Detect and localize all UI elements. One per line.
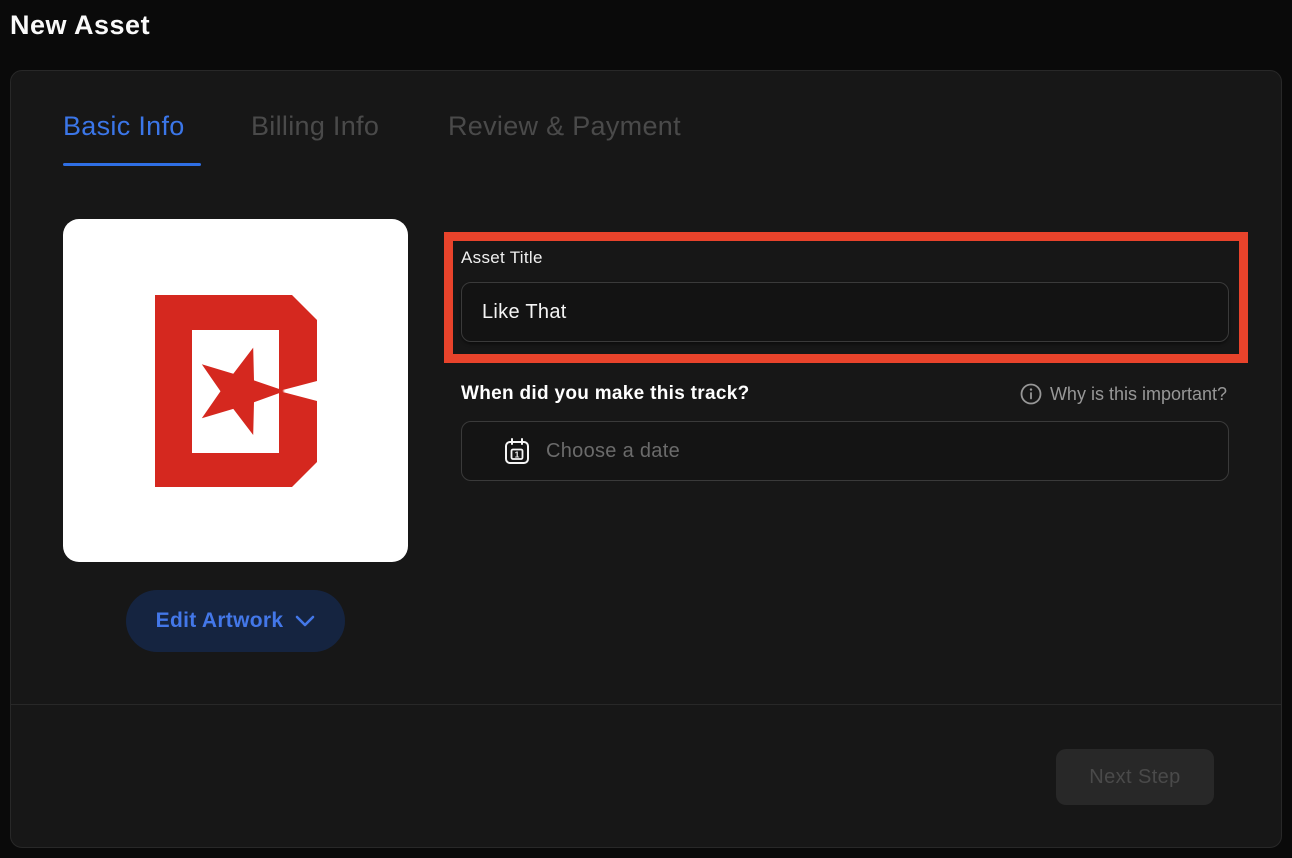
- new-asset-card: Basic Info Billing Info Review & Payment…: [10, 70, 1282, 848]
- calendar-icon: 1: [504, 437, 530, 465]
- edit-artwork-label: Edit Artwork: [156, 609, 284, 633]
- artwork-logo-image: [155, 295, 317, 487]
- svg-text:1: 1: [515, 450, 520, 460]
- date-picker-input[interactable]: 1 Choose a date: [461, 421, 1229, 481]
- tab-basic-info[interactable]: Basic Info: [63, 111, 185, 142]
- asset-title-label: Asset Title: [461, 248, 543, 268]
- date-placeholder: Choose a date: [546, 440, 680, 463]
- page-title: New Asset: [10, 10, 150, 41]
- why-important-text: Why is this important?: [1050, 384, 1227, 405]
- artwork-preview[interactable]: [63, 219, 408, 562]
- track-date-label: When did you make this track?: [461, 383, 749, 405]
- chevron-down-icon: [295, 615, 315, 627]
- new-asset-page: { "page": { "title": "New Asset" }, "tab…: [0, 0, 1292, 858]
- next-step-button[interactable]: Next Step: [1056, 749, 1214, 805]
- asset-title-input[interactable]: [461, 282, 1229, 342]
- why-important-link[interactable]: Why is this important?: [1020, 383, 1227, 405]
- footer-divider: [11, 704, 1281, 705]
- info-icon: [1020, 383, 1042, 405]
- edit-artwork-button[interactable]: Edit Artwork: [126, 590, 345, 652]
- tab-billing-info[interactable]: Billing Info: [251, 111, 379, 142]
- active-tab-underline: [63, 163, 201, 166]
- tab-review-payment[interactable]: Review & Payment: [448, 111, 681, 142]
